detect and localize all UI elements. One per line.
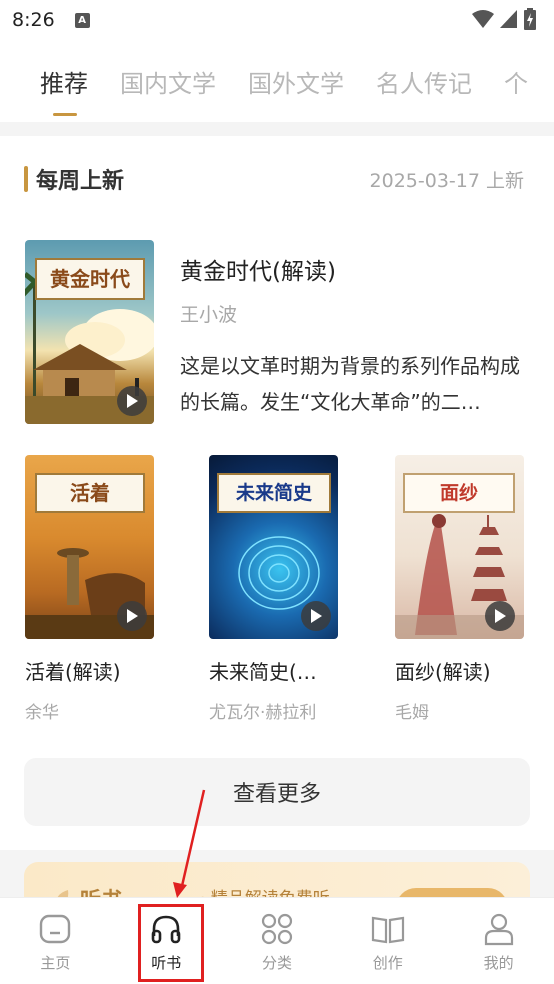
nav-label: 分类	[261, 954, 292, 972]
category-icon	[261, 913, 293, 945]
book-title[interactable]: 面纱(解读)	[395, 656, 535, 685]
cover-title: 面纱	[403, 473, 515, 513]
book-cover-miansha[interactable]: 面纱	[395, 455, 524, 639]
home-icon	[40, 914, 71, 944]
status-time: 8:26	[12, 9, 55, 31]
play-icon	[311, 609, 322, 623]
play-icon	[127, 609, 138, 623]
view-more-button[interactable]: 查看更多	[24, 758, 530, 826]
section-date: 2025-03-17 上新	[369, 170, 524, 192]
play-button[interactable]	[301, 601, 331, 631]
book-author: 尤瓦尔·赫拉利	[209, 703, 317, 723]
status-bar: 8:26 A	[0, 0, 554, 40]
section-title: 每周上新	[36, 169, 125, 194]
book-cover-huozhe[interactable]: 活着	[25, 455, 154, 639]
book-title[interactable]: 活着(解读)	[25, 656, 165, 685]
nav-label: 我的	[483, 954, 514, 972]
divider	[0, 122, 554, 136]
battery-icon	[524, 8, 536, 30]
section-header: 每周上新 2025-03-17 上新	[24, 162, 524, 196]
book-open-icon	[371, 916, 404, 944]
cover-title: 黄金时代	[35, 258, 145, 300]
tab-more[interactable]: 个	[504, 40, 528, 122]
featured-book-cover[interactable]: 黄金时代	[25, 240, 154, 424]
cover-title: 活着	[35, 473, 145, 513]
highlight-box	[138, 904, 204, 982]
featured-book-author: 王小波	[180, 304, 238, 326]
featured-book-description: 这是以文革时期为背景的系列作品构成的长篇。发生“文化大革命”的二…	[180, 354, 520, 414]
featured-book-title[interactable]: 黄金时代(解读)	[180, 252, 336, 286]
bottom-navigation: 主页 听书 分类 创作 我的	[0, 897, 554, 984]
nav-profile[interactable]: 我的	[443, 898, 554, 984]
play-button[interactable]	[485, 601, 515, 631]
tab-foreign-literature[interactable]: 国外文学	[248, 40, 344, 122]
nav-create[interactable]: 创作	[332, 898, 443, 984]
tab-domestic-literature[interactable]: 国内文学	[120, 40, 216, 122]
signal-icon	[500, 10, 517, 28]
nav-label: 主页	[40, 954, 71, 972]
book-author: 毛姆	[395, 703, 429, 723]
play-button[interactable]	[117, 601, 147, 631]
section-accent-bar	[24, 166, 28, 192]
play-icon	[495, 609, 506, 623]
tab-biography[interactable]: 名人传记	[376, 40, 472, 122]
book-cover-weilaijianshi[interactable]: 未来简史	[209, 455, 338, 639]
wifi-icon	[472, 10, 494, 28]
tab-recommend[interactable]: 推荐	[40, 40, 88, 122]
play-button[interactable]	[117, 386, 147, 416]
nav-home[interactable]: 主页	[0, 898, 111, 984]
nav-label: 创作	[372, 954, 403, 972]
category-tabs: 推荐 国内文学 国外文学 名人传记 个	[0, 40, 554, 122]
book-title[interactable]: 未来简史(…	[209, 656, 349, 685]
nav-category[interactable]: 分类	[222, 898, 333, 984]
person-icon	[484, 913, 513, 946]
notification-a-icon: A	[74, 12, 90, 28]
play-icon	[127, 394, 138, 408]
book-author: 余华	[25, 703, 59, 723]
cover-title: 未来简史	[217, 473, 331, 513]
status-icons	[472, 8, 536, 30]
